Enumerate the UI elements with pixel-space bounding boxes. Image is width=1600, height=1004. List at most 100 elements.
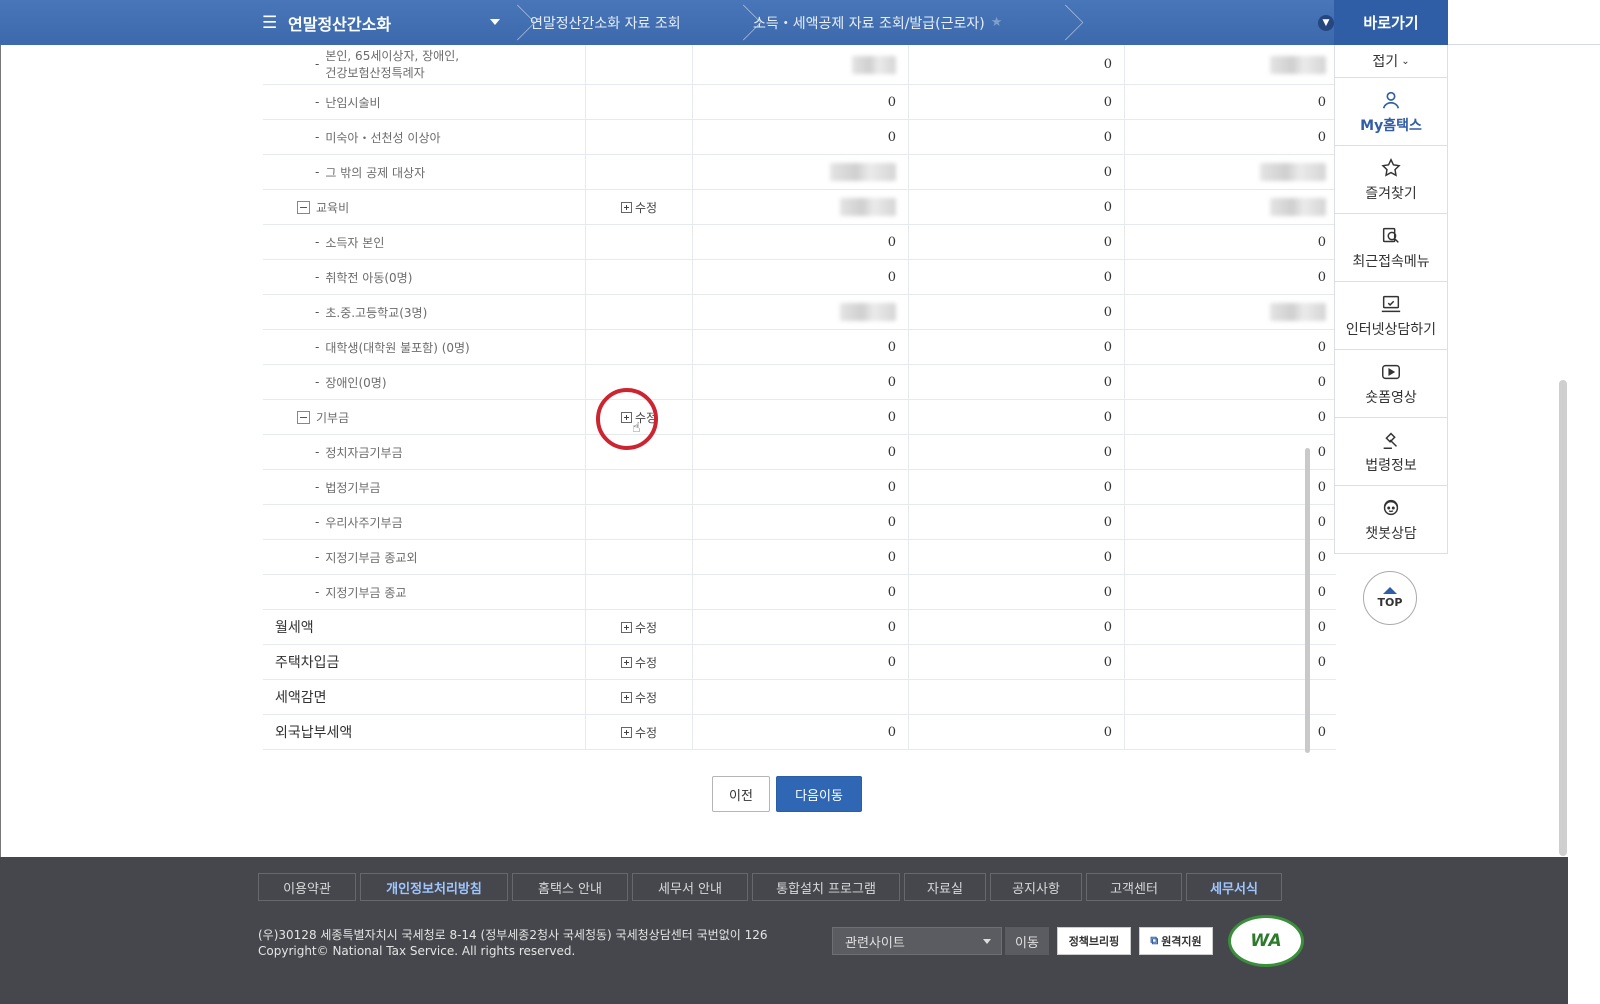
edit-button[interactable]: 수정 <box>620 654 657 671</box>
row-label: 취학전 아동(0명) <box>325 270 413 285</box>
cell-value: 0 <box>1103 199 1112 215</box>
redacted-value <box>840 303 896 321</box>
row-label-cell: 외국납부세액 <box>263 715 586 749</box>
quick-item-label: 숏폼영상 <box>1365 389 1417 406</box>
value-cell-1: 0 <box>693 540 909 574</box>
table-row: - 난임시술비 0 0 0 <box>263 85 1336 120</box>
value-cell-2: 0 <box>909 575 1125 609</box>
value-cell-2: 0 <box>909 225 1125 259</box>
breadcrumb-root-menu[interactable]: ☰ 연말정산간소화 <box>262 0 514 45</box>
cell-value: 0 <box>1317 409 1326 425</box>
edit-label: 수정 <box>634 725 658 740</box>
video-play-icon <box>1382 364 1400 379</box>
footer-link[interactable]: 이용약관 <box>258 873 356 901</box>
table-row: - 취학전 아동(0명) 0 0 0 <box>263 260 1336 295</box>
quick-item-myhometax[interactable]: My홈택스 <box>1334 78 1448 146</box>
page-scrollbar[interactable] <box>1559 380 1567 856</box>
footer-link[interactable]: 공지사항 <box>990 873 1082 901</box>
value-cell-3 <box>1125 45 1336 84</box>
row-label-cell: 세액감면 <box>263 680 586 714</box>
footer-link[interactable]: 홈택스 안내 <box>512 873 628 901</box>
dash-icon: - <box>315 550 320 564</box>
related-site-select[interactable]: 관련사이트 <box>832 927 1002 955</box>
breadcrumb-separator <box>1062 0 1086 45</box>
cell-value: 0 <box>1103 584 1112 600</box>
remote-support-link[interactable]: ⧉ 원격지원 <box>1139 927 1213 955</box>
chevron-down-icon[interactable]: ▼ <box>1318 15 1334 31</box>
quick-item-shortform[interactable]: 숏폼영상 <box>1334 350 1448 418</box>
footer-link[interactable]: 통합설치 프로그램 <box>752 873 900 901</box>
page-border-left <box>0 45 1 857</box>
footer-link[interactable]: 고객센터 <box>1086 873 1182 901</box>
table-scrollbar[interactable] <box>1305 448 1310 753</box>
table-row: - 법정기부금 0 0 0 <box>263 470 1336 505</box>
value-cell-1 <box>693 190 909 224</box>
next-button[interactable]: 다음이동 <box>776 776 862 812</box>
table-row: - 지정기부금 종교외 0 0 0 <box>263 540 1336 575</box>
quick-item-consult[interactable]: 인터넷상담하기 <box>1334 282 1448 350</box>
gavel-icon <box>1383 432 1398 449</box>
value-cell-1 <box>693 295 909 329</box>
cell-value: 0 <box>887 409 896 425</box>
value-cell-1: 0 <box>693 575 909 609</box>
edit-button[interactable]: 수정 <box>620 199 658 216</box>
cell-value: 0 <box>1103 514 1112 530</box>
quick-panel: 접기 ⌄ My홈택스 즐겨찾기 최근접속메뉴 인터넷상담하기 숏폼영상 법령정보… <box>1334 45 1448 554</box>
edit-button[interactable]: 수정 <box>620 689 657 706</box>
edit-label: 수정 <box>634 200 658 215</box>
row-label-cell: - 대학생(대학원 불포함) (0명) <box>263 330 586 364</box>
edit-cell <box>586 155 693 189</box>
edit-button[interactable]: 수정 <box>620 724 658 741</box>
policy-briefing-link[interactable]: 정책브리핑 <box>1057 927 1131 955</box>
row-label: 세액감면 <box>275 690 327 706</box>
quick-item-label: My홈택스 <box>1360 117 1422 134</box>
cell-value: 0 <box>1103 654 1112 670</box>
quick-item-law[interactable]: 법령정보 <box>1334 418 1448 486</box>
value-cell-1: 0 <box>693 645 909 679</box>
breadcrumb-item-2[interactable]: 소득・세액공제 자료 조회/발급(근로자) ★ <box>753 0 1002 45</box>
footer-link[interactable]: 세무서 안내 <box>632 873 748 901</box>
fold-label: 접기 <box>1372 54 1399 70</box>
dash-icon: - <box>315 57 320 71</box>
row-label-cell: - 우리사주기부금 <box>263 505 586 539</box>
row-label: 지정기부금 종교외 <box>325 550 418 565</box>
fold-button[interactable]: 접기 ⌄ <box>1334 45 1448 78</box>
row-label-cell: - 장애인(0명) <box>263 365 586 399</box>
plus-box-icon <box>620 726 632 738</box>
value-cell-3 <box>1125 155 1336 189</box>
edit-button[interactable]: 수정 <box>620 619 657 636</box>
quick-item-favorites[interactable]: 즐겨찾기 <box>1334 146 1448 214</box>
footer-link[interactable]: 개인정보처리방침 <box>360 873 508 901</box>
dash-icon: - <box>315 445 320 459</box>
row-label-line2: 건강보험산정특례자 <box>325 65 425 80</box>
dash-icon: - <box>315 305 320 319</box>
cell-value: 0 <box>887 339 896 355</box>
row-label-cell: 월세액 <box>263 610 586 644</box>
hamburger-menu-icon: ☰ <box>262 12 278 33</box>
collapse-toggle-icon[interactable] <box>297 410 310 424</box>
quick-item-recent[interactable]: 최근접속메뉴 <box>1334 214 1448 282</box>
cell-value: 0 <box>1103 57 1112 72</box>
footer-link[interactable]: 자료실 <box>904 873 986 901</box>
prev-button[interactable]: 이전 <box>712 776 770 812</box>
quick-item-chatbot[interactable]: 챗봇상담 <box>1334 486 1448 554</box>
footer-link[interactable]: 세무서식 <box>1186 873 1282 901</box>
collapse-toggle-icon[interactable] <box>297 200 310 214</box>
redacted-value <box>830 163 896 181</box>
breadcrumb-item-1[interactable]: 연말정산간소화 자료 조회 <box>530 0 681 45</box>
value-cell-1: 0 <box>693 610 909 644</box>
value-cell-3: 0 <box>1125 365 1336 399</box>
edit-cell: 수정 <box>586 715 693 749</box>
favorite-star-icon[interactable]: ★ <box>991 15 1003 30</box>
go-button[interactable]: 이동 <box>1005 927 1049 955</box>
footer: 이용약관 개인정보처리방침 홈택스 안내 세무서 안내 통합설치 프로그램 자료실 공지사항… <box>0 857 1568 1004</box>
table-row: - 대학생(대학원 불포함) (0명) 0 0 0 <box>263 330 1336 365</box>
cell-value: 0 <box>887 479 896 495</box>
quick-item-label: 즐겨찾기 <box>1365 185 1417 202</box>
top-bar: ☰ 연말정산간소화 연말정산간소화 자료 조회 소득・세액공제 자료 조회/발급… <box>0 0 1600 45</box>
redacted-value <box>1270 55 1326 74</box>
row-label: 우리사주기부금 <box>325 515 403 530</box>
monitor-consult-icon <box>1381 295 1401 312</box>
cell-value: 0 <box>1317 514 1326 530</box>
scroll-top-button[interactable]: TOP <box>1363 571 1417 625</box>
